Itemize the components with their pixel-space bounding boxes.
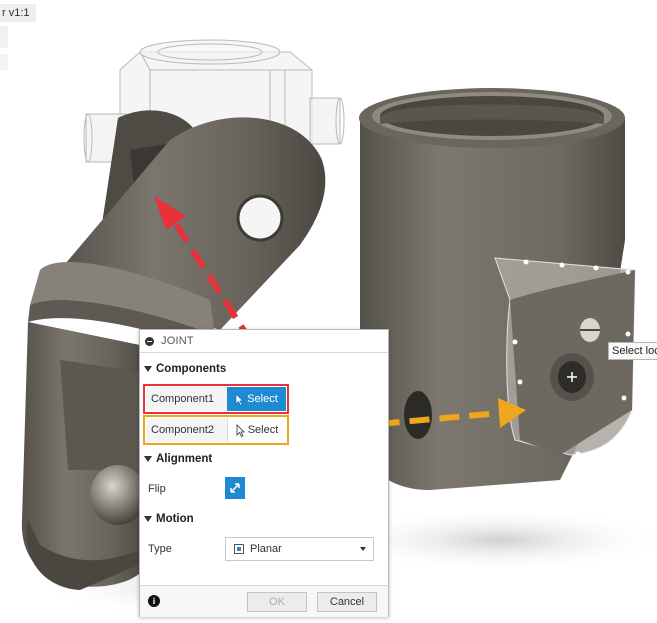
cancel-button[interactable]: Cancel: [317, 592, 377, 612]
expand-triangle-icon[interactable]: [144, 516, 152, 522]
motion-section-label: Motion: [156, 513, 194, 525]
motion-type-value: Planar: [250, 543, 282, 555]
ok-button[interactable]: OK: [247, 592, 307, 612]
joint-dialog: JOINT Components Component1 Select Compo…: [139, 329, 389, 617]
alignment-section-header[interactable]: Alignment: [140, 450, 388, 468]
dialog-footer: i OK Cancel: [140, 585, 388, 617]
planar-icon: [234, 544, 244, 554]
alignment-section: Alignment: [140, 450, 388, 468]
components-section-header[interactable]: Components: [140, 360, 388, 378]
type-label: Type: [148, 543, 172, 555]
flip-label: Flip: [148, 483, 166, 495]
component1-highlight: [143, 384, 289, 414]
motion-type-select[interactable]: Planar: [225, 537, 374, 561]
chevron-down-icon: [360, 547, 366, 551]
document-title: r v1:1: [0, 4, 36, 22]
motion-section-header[interactable]: Motion: [140, 510, 388, 528]
info-icon[interactable]: i: [148, 595, 160, 607]
motion-section: Motion: [140, 510, 388, 528]
expand-triangle-icon[interactable]: [144, 366, 152, 372]
dialog-header[interactable]: JOINT: [140, 330, 388, 353]
components-section: Components: [140, 360, 388, 378]
collapse-icon[interactable]: [145, 336, 154, 346]
alignment-section-label: Alignment: [156, 453, 213, 465]
dialog-title: JOINT: [161, 335, 194, 347]
flip-button[interactable]: [225, 477, 245, 499]
expand-triangle-icon[interactable]: [144, 456, 152, 462]
components-section-label: Components: [156, 363, 227, 375]
component2-highlight: [143, 415, 289, 445]
flip-icon: [230, 483, 240, 493]
select-location-tooltip: Select loca: [608, 342, 657, 360]
